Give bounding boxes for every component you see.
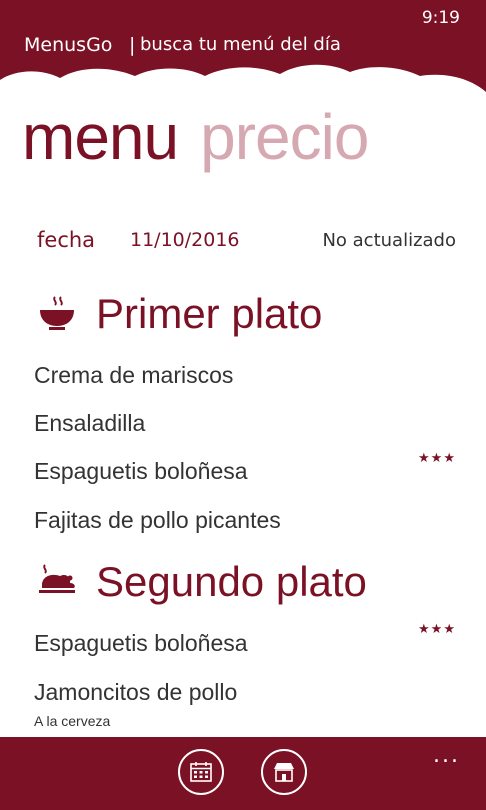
dish-item[interactable]: Fajitas de pollo picantes — [34, 507, 281, 534]
dish-item[interactable]: Ensaladilla — [34, 410, 145, 437]
status-time: 9:19 — [421, 8, 460, 28]
date-label: fecha — [37, 228, 96, 252]
bowl-icon — [40, 296, 74, 330]
dish-item[interactable]: Crema de mariscos — [34, 362, 233, 389]
more-options-button[interactable]: ... — [433, 743, 460, 768]
update-status: No actualizado — [322, 230, 456, 251]
dish-item[interactable]: Espaguetis boloñesa — [34, 630, 248, 657]
calendar-button[interactable] — [178, 749, 224, 795]
section-title: Segundo plato — [96, 558, 367, 605]
section-header-primer-plato: Primer plato — [36, 290, 322, 338]
roast-chicken-icon — [39, 564, 75, 593]
calendar-icon — [190, 762, 212, 782]
dish-item[interactable]: Espaguetis boloñesa — [34, 458, 248, 485]
pivot-header: menu precio — [22, 100, 369, 174]
app-bar: ... — [0, 737, 486, 810]
rating-stars: ★★★ — [418, 451, 456, 466]
app-subtitle: busca tu menú del día — [140, 34, 341, 55]
pivot-tab-precio[interactable]: precio — [200, 101, 369, 173]
rating-stars: ★★★ — [418, 622, 456, 637]
store-button[interactable] — [261, 749, 307, 795]
section-header-segundo-plato: Segundo plato — [36, 558, 367, 606]
title-separator: | — [129, 34, 136, 56]
app-title: MenusGo — [24, 34, 113, 56]
title-bar: 9:19 MenusGo | busca tu menú del día — [0, 0, 486, 100]
date-value[interactable]: 11/10/2016 — [130, 229, 240, 251]
store-icon — [274, 763, 294, 782]
dish-item[interactable]: Jamoncitos de pollo — [34, 679, 237, 706]
section-title: Primer plato — [96, 290, 323, 337]
pivot-tab-menu[interactable]: menu — [22, 101, 179, 173]
dish-note: A la cerveza — [34, 713, 111, 729]
